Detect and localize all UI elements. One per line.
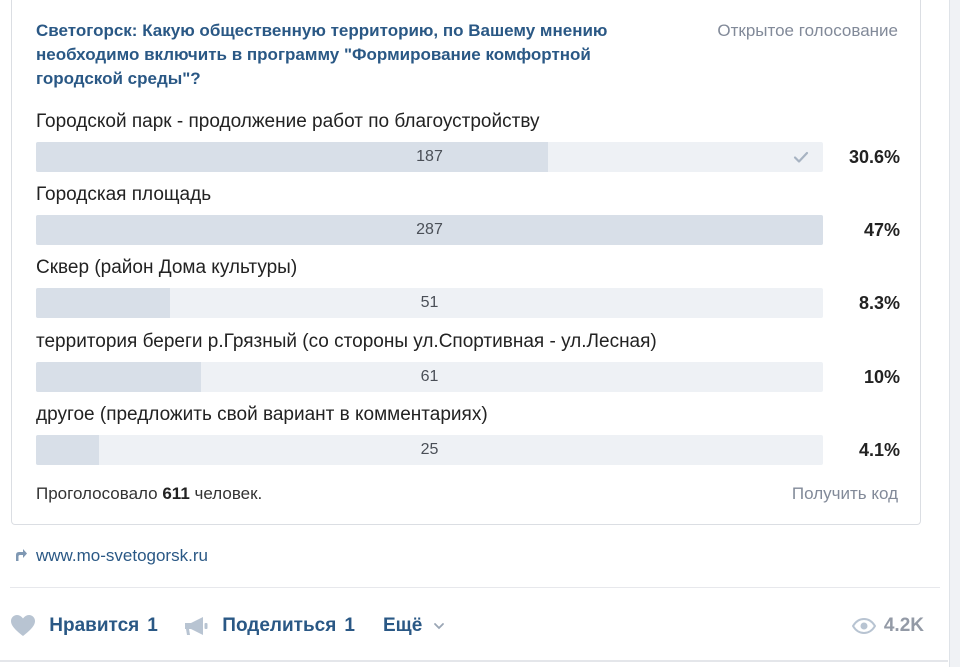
poll-option-count: 51 — [420, 294, 439, 311]
poll-option-percent: 30.6% — [848, 147, 900, 167]
poll-option-count: 187 — [416, 148, 443, 165]
poll-total: Проголосовало 611 человек. — [36, 484, 262, 504]
external-link-arrow-icon — [16, 549, 27, 561]
poll-option-percent: 47% — [863, 220, 900, 240]
like-button[interactable]: Нравится 1 — [10, 608, 158, 644]
poll-option-bar[interactable]: 61 — [36, 362, 823, 392]
poll-option[interactable]: территория береги р.Грязный (со стороны … — [36, 330, 900, 394]
post-actions: Нравится 1 Поделиться 1 Ещё 4.2K — [10, 608, 940, 644]
poll-option-count: 61 — [420, 368, 439, 385]
poll-option-label: Городская площадь — [36, 184, 212, 205]
poll-option[interactable]: другое (предложить свой вариант в коммен… — [36, 403, 900, 467]
views-count: 4.2K — [883, 615, 924, 636]
more-dropdown[interactable]: Ещё — [383, 608, 446, 644]
share-count: 1 — [344, 615, 355, 636]
share-label: Поделиться — [222, 615, 337, 636]
megaphone-icon — [185, 616, 208, 635]
poll-option-count: 25 — [420, 441, 439, 458]
poll-option-bar[interactable]: 51 — [36, 288, 823, 318]
poll-total-suffix: человек. — [194, 484, 263, 503]
like-label: Нравится — [49, 615, 140, 636]
poll-option-count: 287 — [416, 221, 443, 238]
poll-option-percent: 8.3% — [858, 293, 900, 313]
poll-option-percent: 4.1% — [858, 440, 900, 460]
more-label: Ещё — [383, 615, 423, 636]
attached-link-url[interactable]: www.mo-svetogorsk.ru — [36, 546, 208, 565]
eye-icon — [851, 617, 877, 634]
bottom-divider — [0, 660, 948, 662]
poll-option-bar[interactable]: 25 — [36, 435, 823, 465]
poll-total-count[interactable]: 611 — [162, 484, 189, 503]
poll-option-label: Сквер (район Дома культуры) — [36, 257, 298, 278]
poll-option-percent: 10% — [863, 367, 900, 387]
poll-option[interactable]: Городская площадь 287 47% — [36, 183, 900, 247]
get-code-link[interactable]: Получить код — [792, 484, 898, 504]
like-count: 1 — [147, 615, 158, 636]
check-icon — [793, 151, 809, 163]
post-page: Светогорск: Какую общественную территори… — [0, 0, 960, 667]
attached-link[interactable]: www.mo-svetogorsk.ru — [14, 546, 208, 568]
poll-title: Светогорск: Какую общественную территори… — [36, 21, 608, 88]
poll-total-prefix: Проголосовало — [36, 484, 158, 503]
heart-icon — [11, 614, 35, 636]
poll-option-label: территория береги р.Грязный (со стороны … — [36, 331, 657, 352]
poll-card: Светогорск: Какую общественную территори… — [11, 0, 921, 525]
poll-option-label: Городской парк - продолжение работ по бл… — [36, 111, 540, 132]
poll-option[interactable]: Сквер (район Дома культуры) 51 8.3% — [36, 256, 900, 320]
post-divider — [10, 587, 940, 588]
chevron-down-icon — [433, 623, 444, 630]
share-button[interactable]: Поделиться 1 — [183, 608, 355, 644]
poll-type-label: Открытое голосование — [717, 21, 898, 40]
scroll-edge — [949, 0, 960, 667]
views-counter: 4.2K — [851, 608, 924, 644]
poll-option[interactable]: Городской парк - продолжение работ по бл… — [36, 110, 900, 174]
poll-option-label: другое (предложить свой вариант в коммен… — [36, 404, 488, 425]
poll-option-bar[interactable]: 187 — [36, 142, 823, 172]
poll-option-bar[interactable]: 287 — [36, 215, 823, 245]
